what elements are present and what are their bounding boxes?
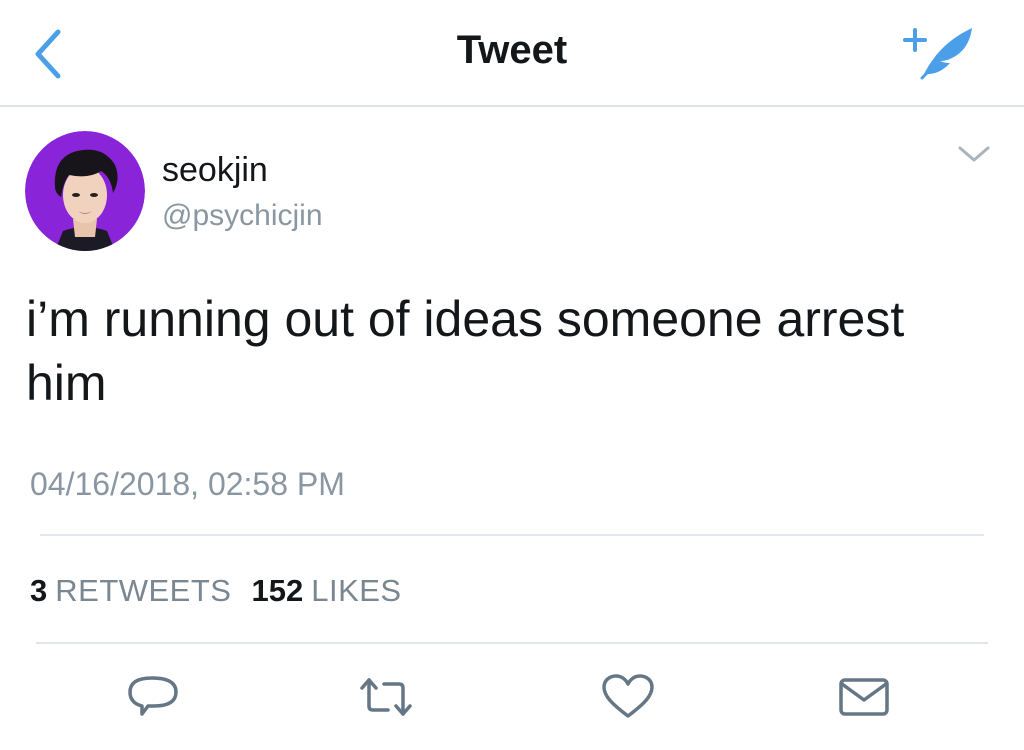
heart-icon (602, 674, 654, 718)
chevron-down-icon (958, 146, 990, 162)
reply-button[interactable] (124, 670, 184, 724)
retweets-label: RETWEETS (55, 573, 232, 608)
reply-icon (128, 676, 178, 716)
author-name[interactable]: seokjin (162, 151, 268, 190)
retweet-button[interactable] (356, 670, 416, 724)
author-handle: @psychicjin (162, 199, 323, 232)
navigation-header: Tweet (0, 0, 1024, 107)
envelope-icon (839, 678, 889, 716)
direct-message-button[interactable] (833, 670, 893, 724)
likes-count: 152 (251, 573, 304, 608)
compose-tweet-icon (903, 28, 972, 80)
avatar[interactable] (25, 131, 145, 251)
retweet-icon (360, 678, 412, 716)
tweet-options-button[interactable] (950, 138, 998, 172)
tweet-stats: 3 RETWEETS 152 LIKES (30, 573, 422, 609)
likes-stat[interactable]: 152 LIKES (251, 573, 401, 609)
like-button[interactable] (598, 670, 658, 724)
divider (40, 534, 984, 536)
retweets-count: 3 (30, 573, 48, 608)
divider (36, 642, 988, 644)
avatar-image (25, 131, 145, 251)
tweet-timestamp[interactable]: 04/16/2018, 02:58 PM (30, 466, 345, 503)
page-title: Tweet (456, 28, 568, 72)
retweets-stat[interactable]: 3 RETWEETS (30, 573, 231, 609)
tweet-text: i’m running out of ideas someone arrest … (26, 291, 905, 411)
likes-label: LIKES (311, 573, 402, 608)
compose-tweet-button[interactable] (900, 20, 980, 86)
tweet-detail-screen: Tweet seokjin @psychicjin i’m running ou… (0, 0, 1024, 750)
